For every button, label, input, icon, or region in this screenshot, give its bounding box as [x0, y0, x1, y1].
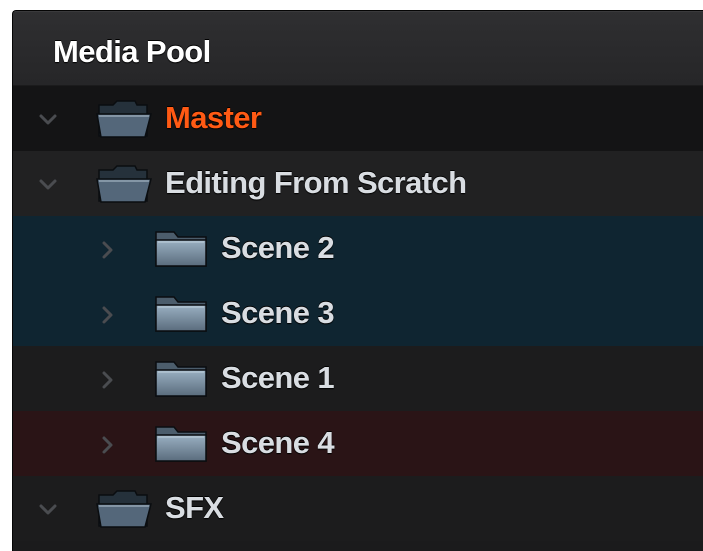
folder-icon: [155, 361, 207, 397]
bin-row-scene-1[interactable]: Scene 1: [13, 346, 703, 411]
chevron-right-icon[interactable]: [97, 434, 119, 456]
folder-icon: [155, 231, 207, 267]
bin-row-sfx[interactable]: SFX: [13, 476, 703, 541]
bin-row-scene-3[interactable]: Scene 3: [13, 281, 703, 346]
open-folder-icon: [96, 100, 152, 138]
bin-label: Master: [165, 100, 262, 135]
open-folder-icon: [96, 165, 152, 203]
folder-icon: [155, 426, 207, 462]
folder-icon: [155, 296, 207, 332]
bin-row-editing-from-scratch[interactable]: Editing From Scratch: [13, 151, 703, 216]
chevron-right-icon[interactable]: [97, 304, 119, 326]
bin-label: Scene 4: [221, 425, 335, 460]
bin-label: SFX: [165, 490, 224, 525]
bin-row-scene-2[interactable]: Scene 2: [13, 216, 703, 281]
bin-label: Scene 1: [221, 360, 335, 395]
bin-label: Scene 2: [221, 230, 335, 265]
chevron-right-icon[interactable]: [97, 369, 119, 391]
bin-label: Editing From Scratch: [165, 165, 467, 200]
media-pool-panel: Media Pool Master Editing From Scratch S…: [12, 10, 703, 551]
bin-row-scene-4[interactable]: Scene 4: [13, 411, 703, 476]
open-folder-icon: [96, 490, 152, 528]
panel-title: Media Pool: [53, 34, 211, 69]
chevron-right-icon[interactable]: [97, 239, 119, 261]
chevron-down-icon[interactable]: [37, 109, 59, 131]
bin-row-master[interactable]: Master: [13, 86, 703, 151]
chevron-down-icon[interactable]: [37, 499, 59, 521]
chevron-down-icon[interactable]: [37, 174, 59, 196]
bin-label: Scene 3: [221, 295, 335, 330]
media-pool-header: Media Pool: [13, 11, 703, 85]
